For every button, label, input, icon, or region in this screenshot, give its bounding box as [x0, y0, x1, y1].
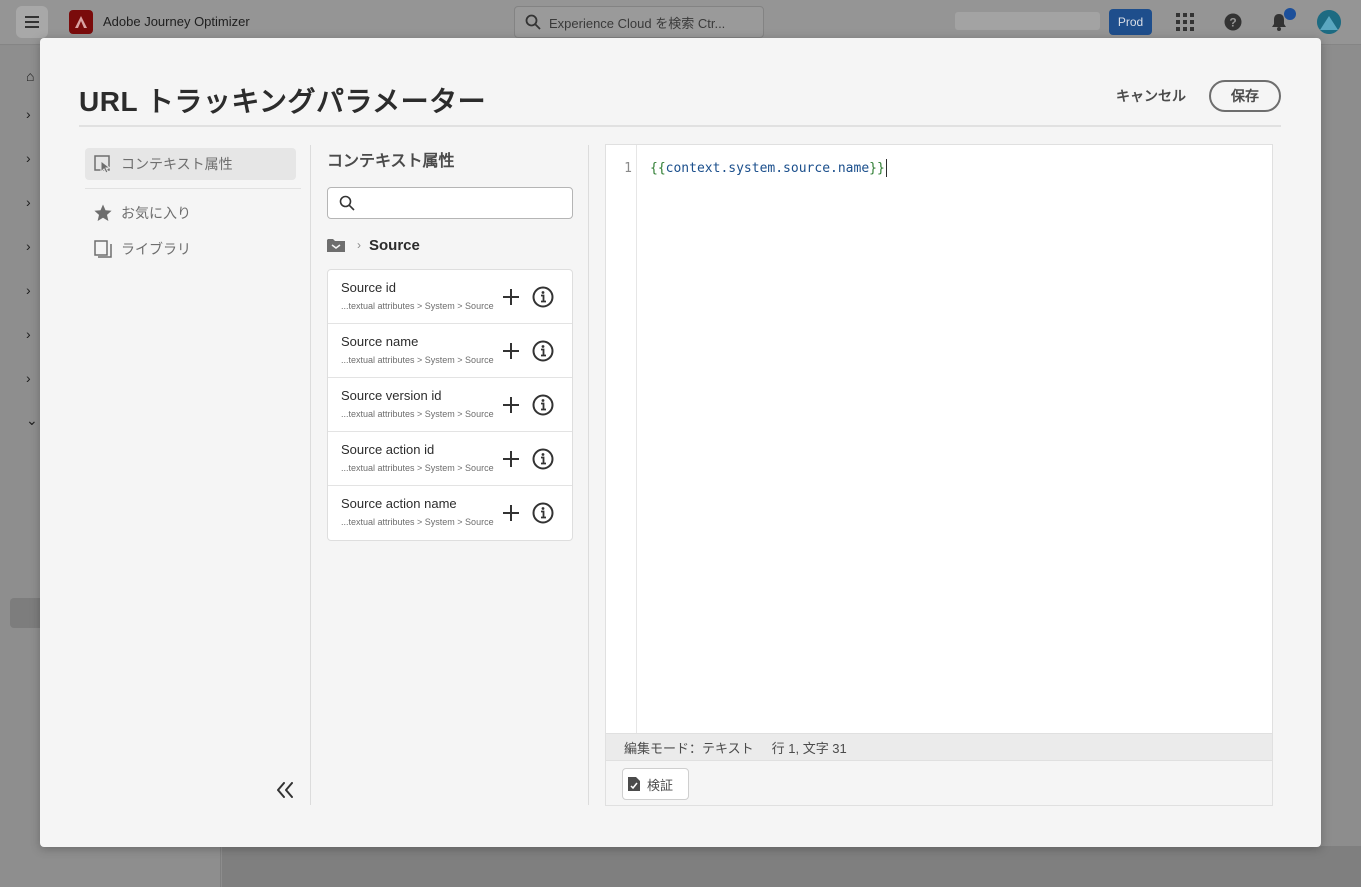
attribute-name: Source action id [341, 442, 435, 457]
chevron-right-icon[interactable]: › [26, 282, 31, 298]
list-item[interactable]: Source name ...textual attributes > Syst… [328, 324, 572, 378]
info-icon[interactable] [531, 501, 555, 525]
line-number-gutter: 1 [606, 145, 637, 734]
dialog-title: URL トラッキングパラメーター [79, 86, 487, 117]
category-label: お気に入り [121, 205, 191, 221]
select-pointer-icon [94, 155, 112, 173]
category-label: ライブラリ [121, 241, 191, 257]
chevron-right-icon[interactable]: › [26, 238, 31, 254]
category-label: コンテキスト属性 [121, 156, 233, 172]
main-content-dimmed [222, 846, 1361, 887]
list-item[interactable]: Source action id ...textual attributes >… [328, 432, 572, 486]
global-search-input[interactable]: Experience Cloud を検索 Ctr... [514, 6, 764, 38]
double-chevron-left-icon [277, 782, 293, 798]
chevron-down-icon[interactable]: ⌄ [26, 412, 38, 429]
environment-badge[interactable]: Prod [1109, 9, 1152, 35]
add-icon[interactable] [500, 394, 522, 416]
attribute-path: ...textual attributes > System > Source [341, 409, 494, 419]
url-tracking-dialog: URL トラッキングパラメーター キャンセル 保存 コンテキスト属性 お気に入り… [40, 38, 1321, 847]
status-position: 行 1, 文字 31 [771, 740, 847, 756]
app-name: Adobe Journey Optimizer [103, 14, 250, 29]
attribute-path: ...textual attributes > System > Source [341, 355, 494, 365]
attribute-name: Source name [341, 334, 419, 349]
validate-file-icon [628, 777, 640, 791]
list-item[interactable]: Source action name ...textual attributes… [328, 486, 572, 540]
attribute-name: Source id [341, 280, 396, 295]
info-icon[interactable] [531, 393, 555, 417]
help-icon[interactable]: ? [1222, 11, 1244, 33]
library-icon [94, 240, 112, 258]
editor-status-bar: 編集モード：テキスト 行 1, 文字 31 [605, 733, 1273, 761]
add-icon[interactable] [500, 286, 522, 308]
chevron-right-icon[interactable]: › [26, 370, 31, 386]
chevron-right-icon[interactable]: › [26, 326, 31, 342]
editor-footer: 検証 [605, 761, 1273, 806]
panel-divider [588, 145, 589, 805]
svg-text:?: ? [1229, 16, 1236, 30]
category-divider [85, 188, 301, 189]
attribute-path: ...textual attributes > System > Source [341, 517, 494, 527]
info-icon[interactable] [531, 285, 555, 309]
attribute-path: ...textual attributes > System > Source [341, 463, 494, 473]
category-contextual-attributes[interactable]: コンテキスト属性 [85, 148, 296, 180]
attribute-name: Source version id [341, 388, 442, 403]
panel-heading: コンテキスト属性 [327, 153, 455, 170]
text-caret [885, 159, 887, 177]
panel-divider [310, 145, 311, 805]
save-button[interactable]: 保存 [1209, 80, 1281, 112]
attribute-list: Source id ...textual attributes > System… [327, 269, 573, 541]
code-brace-close: }} [869, 160, 885, 176]
chevron-right-icon[interactable]: › [26, 194, 31, 210]
chevron-right-icon[interactable]: › [26, 150, 31, 166]
info-icon[interactable] [531, 339, 555, 363]
code-expression: context.system.source.name [665, 160, 870, 176]
avatar[interactable] [1317, 10, 1341, 34]
org-name-blurred[interactable] [955, 12, 1100, 30]
info-icon[interactable] [531, 447, 555, 471]
code-brace-open: {{ [650, 160, 666, 176]
add-icon[interactable] [500, 340, 522, 362]
attribute-search-input[interactable] [361, 189, 572, 217]
breadcrumb-current: Source [369, 236, 420, 254]
breadcrumb: › Source [327, 235, 420, 255]
line-number: 1 [624, 161, 632, 176]
status-mode: 編集モード：テキスト [624, 740, 754, 756]
add-icon[interactable] [500, 502, 522, 524]
search-icon [525, 14, 541, 30]
expression-editor[interactable]: 1 {{context.system.source.name}} [605, 144, 1273, 734]
title-divider [79, 125, 1281, 127]
validate-button[interactable]: 検証 [622, 768, 689, 800]
apps-grid-icon[interactable] [1174, 11, 1196, 33]
cancel-button[interactable]: キャンセル [1104, 80, 1198, 112]
folder-icon[interactable] [327, 238, 345, 253]
add-icon[interactable] [500, 448, 522, 470]
star-icon [94, 204, 112, 221]
code-line[interactable]: {{context.system.source.name}} [650, 159, 887, 177]
category-favorites[interactable]: お気に入り [85, 197, 296, 229]
category-library[interactable]: ライブラリ [85, 233, 296, 265]
attribute-path: ...textual attributes > System > Source [341, 301, 494, 311]
attribute-search-field[interactable] [327, 187, 573, 219]
validate-label: 検証 [647, 777, 674, 793]
notification-dot [1284, 8, 1296, 20]
attribute-name: Source action name [341, 496, 457, 511]
collapse-panel-button[interactable] [272, 778, 298, 802]
search-placeholder: Experience Cloud を検索 Ctr... [549, 15, 726, 31]
home-icon[interactable]: ⌂ [26, 68, 34, 84]
search-icon [339, 195, 355, 211]
menu-icon[interactable] [16, 6, 48, 38]
chevron-right-icon: › [357, 238, 361, 252]
adobe-logo-icon [69, 10, 93, 34]
list-item[interactable]: Source id ...textual attributes > System… [328, 270, 572, 324]
list-item[interactable]: Source version id ...textual attributes … [328, 378, 572, 432]
chevron-right-icon[interactable]: › [26, 106, 31, 122]
